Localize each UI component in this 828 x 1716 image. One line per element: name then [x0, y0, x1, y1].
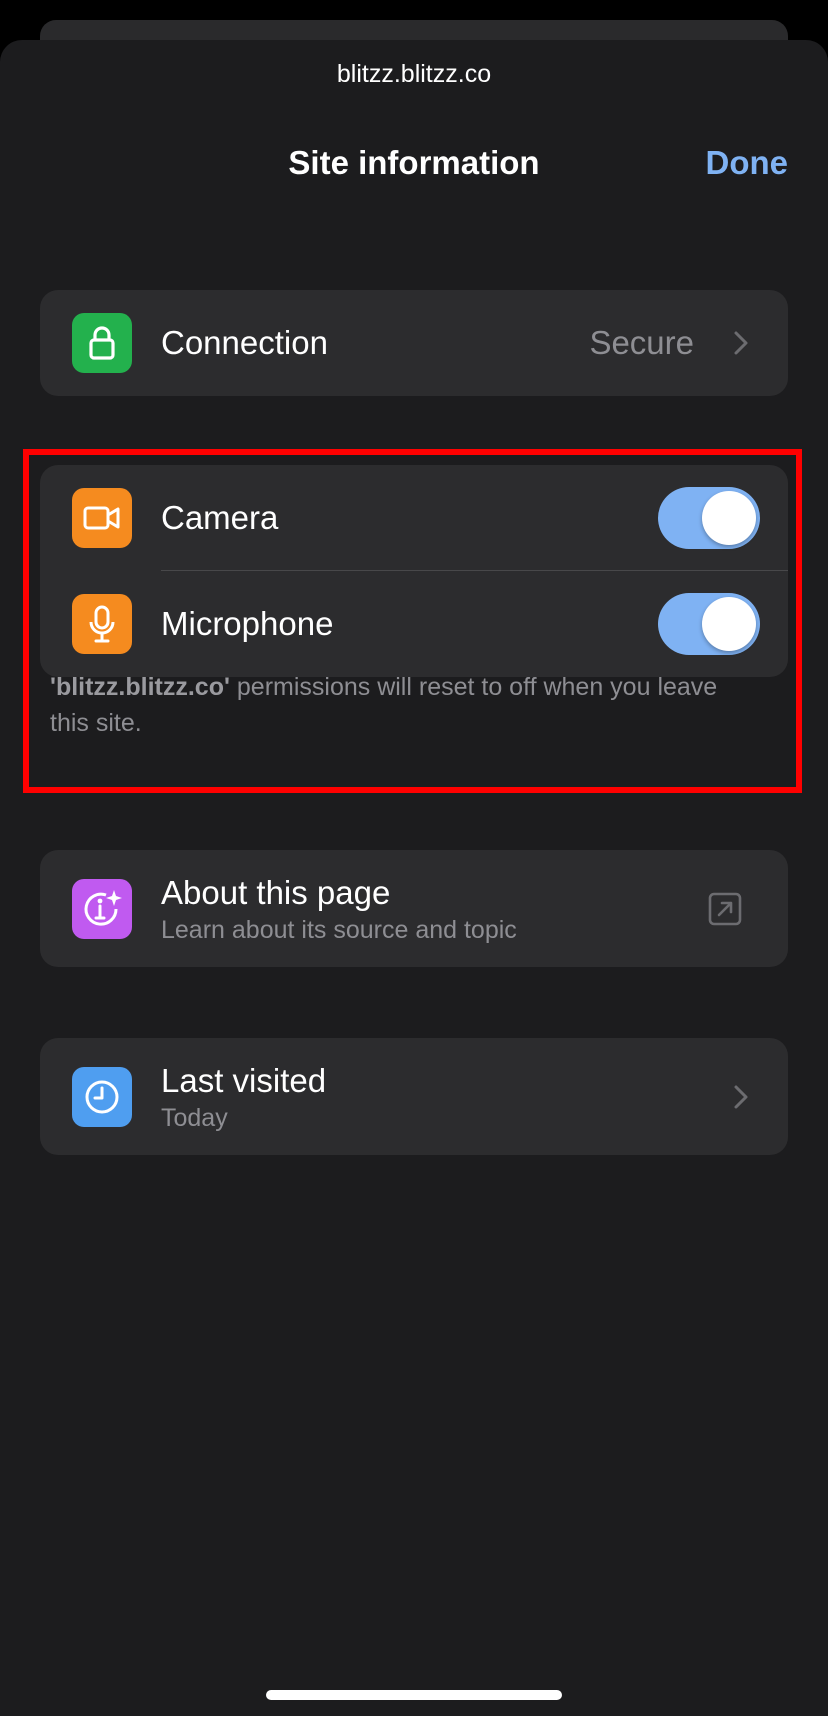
camera-label: Camera	[161, 499, 279, 536]
site-url: blitzz.blitzz.co	[336, 60, 492, 88]
last-visited-sublabel: Today	[161, 1104, 228, 1132]
toggle-knob	[702, 597, 756, 651]
done-button[interactable]: Done	[706, 144, 789, 182]
footnote-site: 'blitzz.blitzz.co'	[50, 673, 230, 701]
toggle-knob	[702, 491, 756, 545]
clock-icon	[72, 1066, 132, 1127]
microphone-label: Microphone	[161, 605, 334, 642]
last-visited-label: Last visited	[161, 1062, 327, 1099]
camera-row: Camera	[40, 465, 788, 571]
camera-icon	[72, 488, 132, 548]
about-group: About this page Learn about its source a…	[40, 850, 788, 967]
about-sublabel: Learn about its source and topic	[161, 916, 517, 944]
page-title: Site information	[288, 144, 540, 181]
chevron-right-icon	[734, 1085, 748, 1108]
last-visited-row[interactable]: Last visited Today	[40, 1038, 788, 1155]
lock-icon	[72, 313, 132, 373]
microphone-icon	[72, 594, 132, 654]
last-visited-group: Last visited Today	[40, 1038, 788, 1155]
microphone-row: Microphone	[40, 571, 788, 677]
permissions-group: Camera Microphone	[40, 465, 788, 677]
connection-label: Connection	[161, 324, 328, 361]
external-link-icon	[708, 892, 742, 925]
camera-toggle[interactable]	[658, 487, 760, 549]
microphone-toggle[interactable]	[658, 593, 760, 655]
home-indicator[interactable]	[266, 1690, 562, 1700]
about-row[interactable]: About this page Learn about its source a…	[40, 850, 788, 967]
permissions-footnote: 'blitzz.blitzz.co' permissions will rese…	[50, 669, 750, 741]
connection-group: Connection Secure	[40, 290, 788, 396]
chevron-right-icon	[734, 331, 748, 355]
connection-status: Secure	[589, 324, 694, 361]
connection-row[interactable]: Connection Secure	[40, 290, 788, 396]
info-sparkle-icon	[72, 878, 132, 939]
about-label: About this page	[161, 874, 391, 911]
